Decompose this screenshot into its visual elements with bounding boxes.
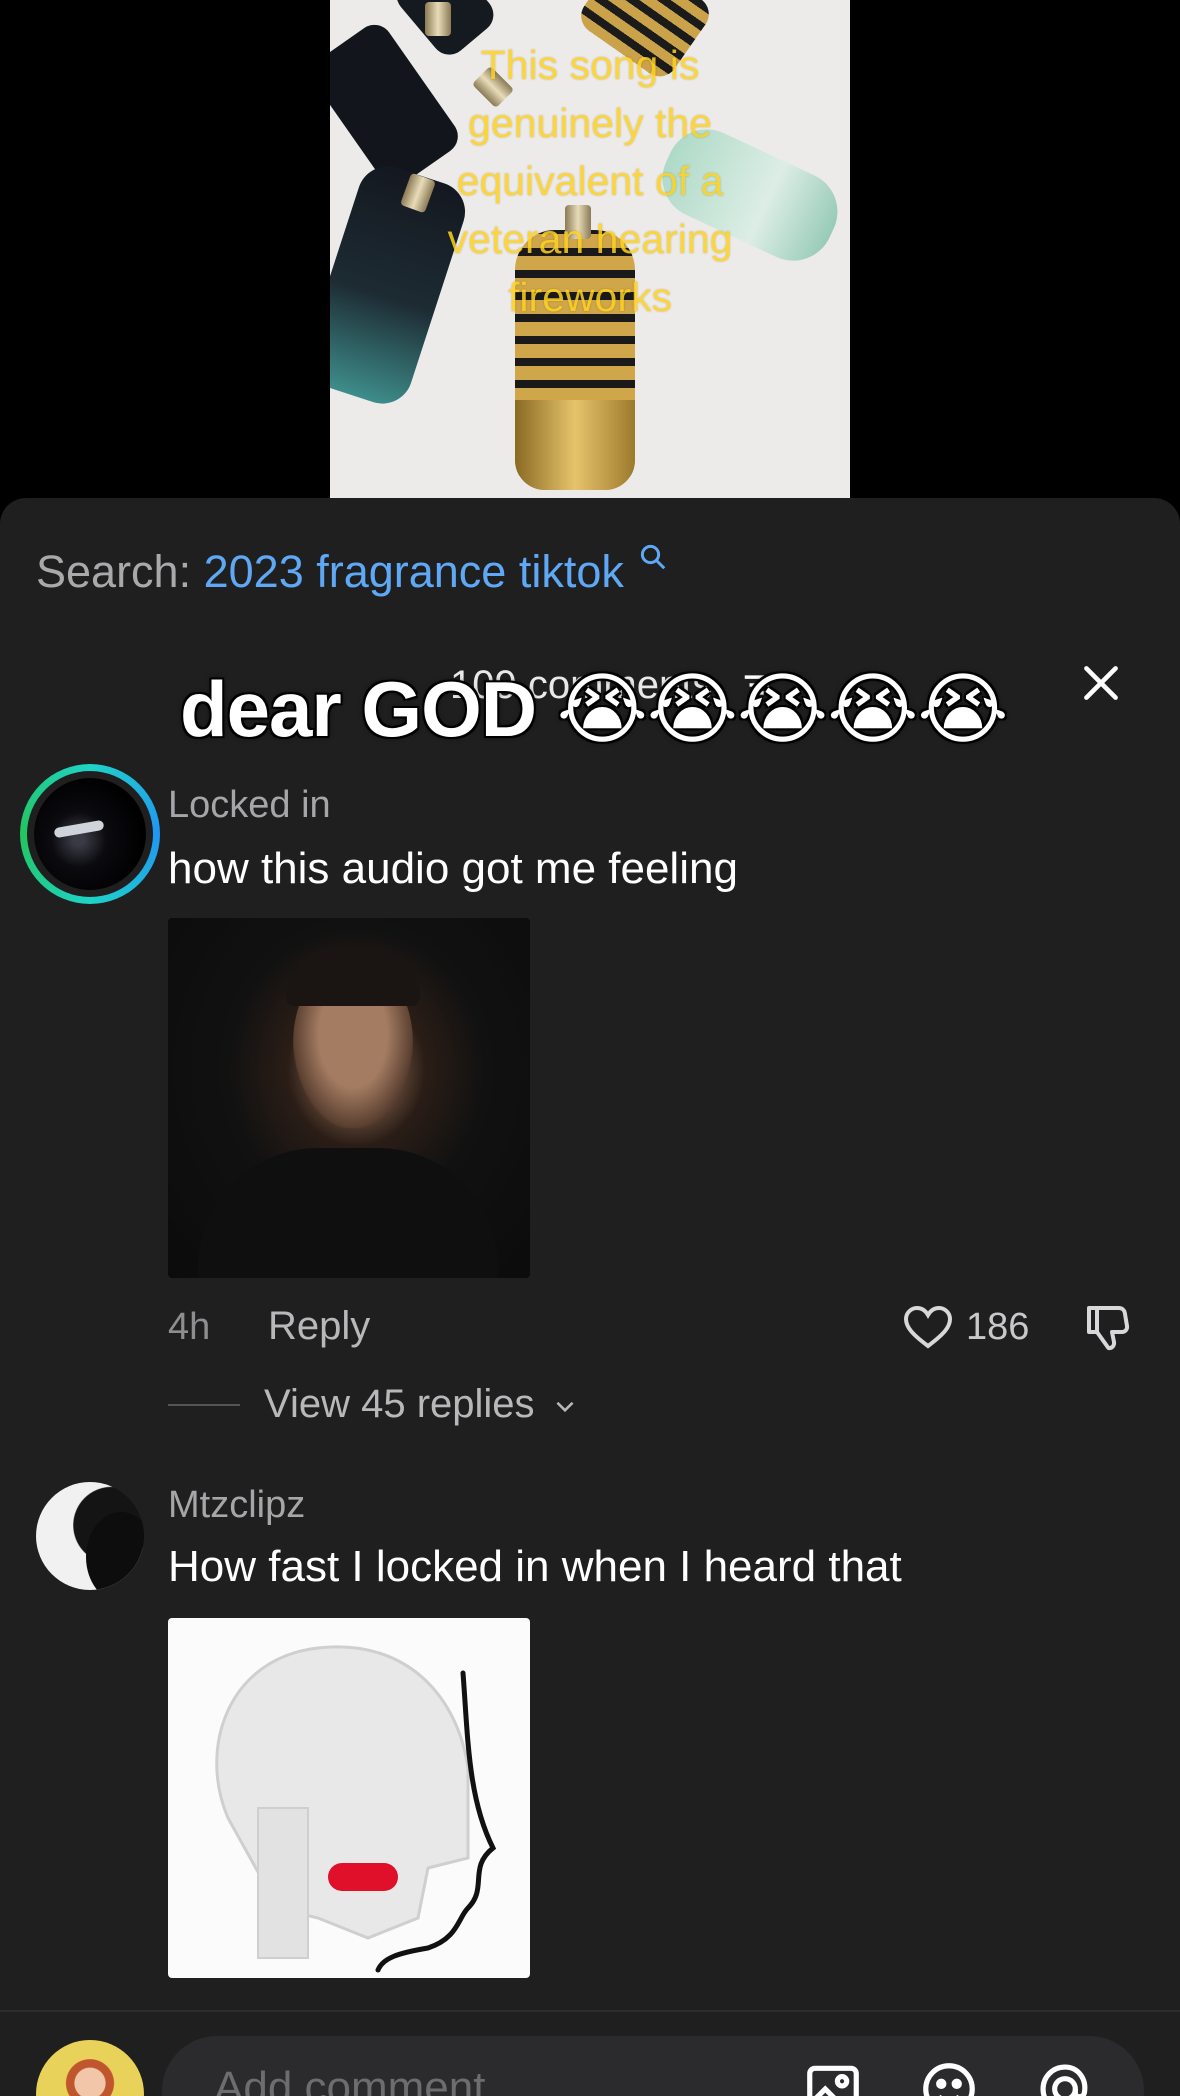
reply-button[interactable]: Reply	[268, 1304, 370, 1349]
avatar[interactable]	[20, 764, 160, 904]
bottle-cap	[425, 2, 451, 36]
skull-diagram-image	[215, 1645, 497, 1973]
overlay-caption: dear GOD 😭😭😭😭😭	[180, 665, 1008, 753]
heart-icon[interactable]	[902, 1304, 954, 1352]
like-count: 186	[966, 1306, 1030, 1348]
chevron-down-icon	[556, 1402, 574, 1413]
mention-icon[interactable]	[1034, 2058, 1096, 2096]
comments-sheet: Search: 2023 fragrance tiktok 109 commen…	[0, 498, 1180, 2096]
comment-attachment-image[interactable]	[168, 918, 530, 1278]
replies-divider	[168, 1404, 240, 1406]
comment-attachment-image[interactable]	[168, 1618, 530, 1978]
comment-username[interactable]: Locked in	[168, 784, 331, 827]
close-icon[interactable]	[1076, 658, 1126, 708]
view-replies-button[interactable]: View 45 replies	[264, 1382, 578, 1427]
comment-timestamp: 4h	[168, 1306, 211, 1348]
video-frame: This song is genuinely the equivalent of…	[330, 0, 850, 498]
composer-divider	[0, 2010, 1180, 2012]
image-icon[interactable]	[802, 2058, 864, 2096]
search-icon	[641, 544, 666, 570]
avatar[interactable]	[36, 1482, 144, 1590]
comment-text: how this audio got me feeling	[168, 844, 738, 893]
video-player[interactable]: This song is genuinely the equivalent of…	[0, 0, 1180, 500]
comment-composer[interactable]	[162, 2036, 1144, 2096]
search-term-link[interactable]: 2023 fragrance tiktok	[204, 546, 624, 597]
search-suggestion[interactable]: Search: 2023 fragrance tiktok	[36, 544, 668, 598]
dislike-icon[interactable]	[1080, 1302, 1134, 1354]
search-prefix: Search:	[36, 546, 192, 597]
emoji-icon[interactable]	[918, 2058, 980, 2096]
view-replies-label: View 45 replies	[264, 1382, 535, 1426]
comment-username[interactable]: Mtzclipz	[168, 1484, 305, 1527]
video-caption: This song is genuinely the equivalent of…	[447, 42, 733, 320]
comment-text: How fast I locked in when I heard that	[168, 1542, 902, 1591]
comment-input[interactable]	[214, 2058, 734, 2096]
